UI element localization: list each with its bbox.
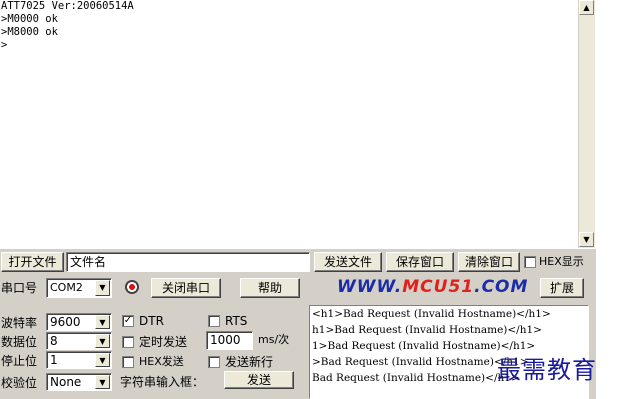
port-value: COM2 bbox=[50, 281, 83, 294]
stopbits-select[interactable]: 1 ▼ bbox=[46, 351, 112, 369]
parity-select[interactable]: None ▼ bbox=[46, 373, 112, 391]
filename-input[interactable]: 文件名 bbox=[66, 252, 310, 272]
watermark-text: 最需教育 bbox=[497, 356, 597, 384]
chevron-down-icon[interactable]: ▼ bbox=[95, 315, 110, 329]
parity-label: 校验位 bbox=[1, 376, 38, 390]
dtr-label: DTR bbox=[139, 314, 164, 328]
hex-send-checkbox[interactable] bbox=[122, 356, 134, 368]
save-window-button[interactable]: 保存窗口 bbox=[386, 252, 454, 272]
port-label: 串口号 bbox=[1, 281, 38, 295]
receive-line: <h1>Bad Request (Invalid Hostname)</h1> bbox=[312, 308, 551, 320]
baud-select[interactable]: 9600 ▼ bbox=[46, 313, 112, 331]
expand-button[interactable]: 扩展 bbox=[540, 278, 584, 298]
terminal-line: >M0000 ok bbox=[1, 13, 58, 25]
databits-label: 数据位 bbox=[1, 335, 38, 349]
brand-logo: WWW.MCU51.COM bbox=[337, 277, 529, 297]
databits-select[interactable]: 8 ▼ bbox=[46, 332, 112, 350]
terminal-line: >M8000 ok bbox=[1, 26, 58, 38]
chevron-down-icon[interactable]: ▼ bbox=[95, 353, 110, 367]
stopbits-label: 停止位 bbox=[1, 354, 38, 368]
scroll-down-icon[interactable]: ▼ bbox=[579, 232, 594, 247]
hex-send-label: HEX发送 bbox=[139, 355, 184, 368]
hex-display-checkbox[interactable] bbox=[524, 256, 536, 268]
port-status-icon bbox=[125, 280, 139, 294]
chevron-down-icon[interactable]: ▼ bbox=[95, 375, 110, 389]
interval-unit: ms/次 bbox=[258, 333, 290, 346]
clear-window-button[interactable]: 清除窗口 bbox=[458, 252, 520, 272]
interval-input[interactable]: 1000 bbox=[206, 331, 253, 350]
dtr-checkbox[interactable]: ✓ bbox=[122, 315, 134, 327]
timed-send-checkbox[interactable] bbox=[122, 336, 134, 348]
open-file-button[interactable]: 打开文件 bbox=[1, 252, 64, 272]
send-file-button[interactable]: 发送文件 bbox=[314, 252, 382, 272]
terminal-output[interactable]: ATT7025 Ver:20060514A >M0000 ok >M8000 o… bbox=[0, 0, 578, 248]
baud-label: 波特率 bbox=[1, 316, 38, 330]
terminal-scrollbar[interactable]: ▲ ▼ bbox=[578, 0, 595, 248]
terminal-line: ATT7025 Ver:20060514A bbox=[1, 0, 134, 12]
port-select[interactable]: COM2 ▼ bbox=[46, 278, 112, 298]
send-newline-checkbox[interactable] bbox=[208, 356, 220, 368]
terminal-line: > bbox=[1, 39, 8, 51]
send-button[interactable]: 发送 bbox=[224, 371, 294, 389]
hex-display-label: HEX显示 bbox=[539, 255, 584, 268]
close-port-button[interactable]: 关闭串口 bbox=[151, 278, 221, 298]
chevron-down-icon[interactable]: ▼ bbox=[95, 280, 110, 296]
rts-label: RTS bbox=[225, 314, 248, 328]
receive-line: h1>Bad Request (Invalid Hostname)</h1> bbox=[312, 324, 542, 336]
scroll-up-icon[interactable]: ▲ bbox=[579, 0, 594, 15]
help-button[interactable]: 帮助 bbox=[240, 278, 300, 298]
timed-send-label: 定时发送 bbox=[139, 335, 188, 349]
input-label: 字符串输入框： bbox=[120, 375, 205, 389]
send-newline-label: 发送新行 bbox=[225, 355, 274, 369]
rts-checkbox[interactable] bbox=[208, 315, 220, 327]
chevron-down-icon[interactable]: ▼ bbox=[95, 334, 110, 348]
